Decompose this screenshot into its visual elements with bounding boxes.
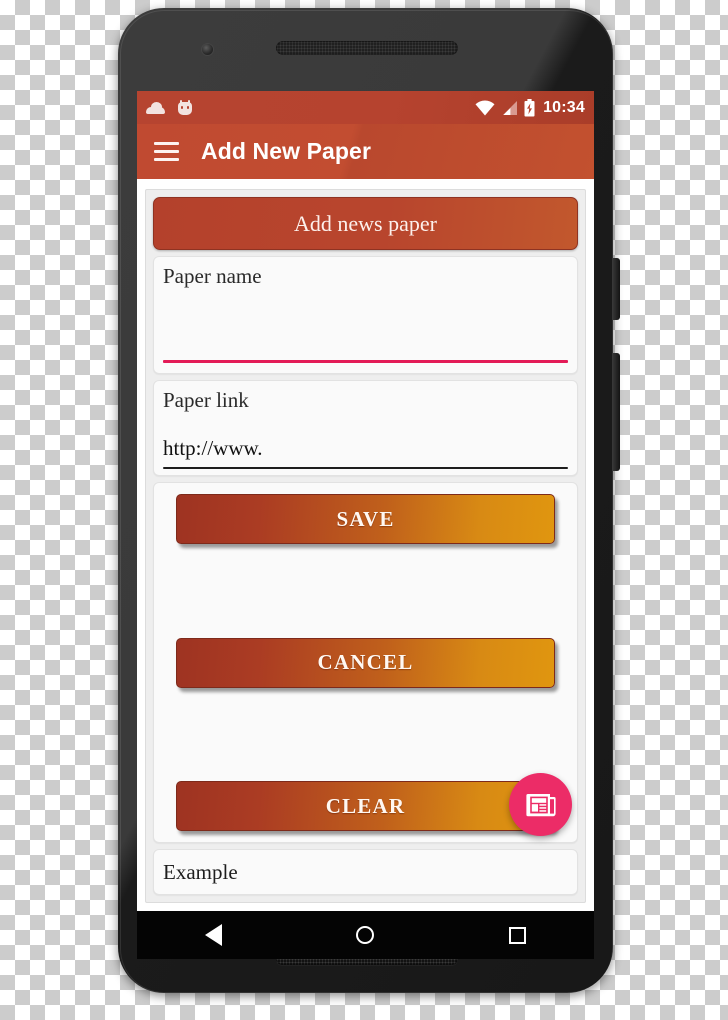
paper-name-label: Paper name	[163, 264, 262, 288]
nav-recents-button[interactable]	[494, 911, 542, 959]
home-circle-icon	[356, 926, 375, 944]
nav-home-button[interactable]	[341, 911, 389, 959]
paper-link-label: Paper link	[163, 388, 249, 412]
phone-screen: 10:34 Add New Paper Add news paper Paper…	[137, 91, 594, 911]
earpiece-speaker-grille-icon	[276, 41, 458, 55]
paper-link-field-panel[interactable]: Paper link http://www.	[153, 380, 578, 476]
power-button[interactable]	[612, 258, 620, 320]
paper-name-underline	[163, 360, 568, 363]
wifi-icon	[475, 99, 495, 115]
cancel-button[interactable]: CANCEL	[176, 637, 555, 688]
content-area: Add news paper Paper name Paper link htt…	[137, 179, 594, 911]
clear-button[interactable]: CLEAR	[176, 781, 555, 831]
paper-link-underline	[163, 467, 568, 469]
add-news-paper-header-button[interactable]: Add news paper	[153, 197, 578, 250]
cyanogenmod-robot-icon	[177, 100, 193, 115]
status-bar-right-icons: 10:34	[475, 98, 585, 117]
status-bar-left-icons	[146, 100, 193, 115]
status-bar: 10:34	[137, 91, 594, 124]
example-label: Example	[163, 859, 238, 884]
newspaper-fab-button[interactable]	[509, 773, 572, 836]
cloud-icon	[146, 101, 165, 114]
volume-rocker-button[interactable]	[612, 353, 620, 471]
example-panel[interactable]: Example	[153, 849, 578, 895]
newspaper-icon	[525, 793, 556, 816]
hamburger-menu-icon[interactable]	[154, 142, 179, 161]
cellular-signal-icon	[503, 100, 518, 115]
save-button[interactable]: SAVE	[176, 494, 555, 544]
recents-square-icon	[509, 926, 527, 944]
paper-name-field-panel[interactable]: Paper name	[153, 256, 578, 374]
nav-back-button[interactable]	[189, 911, 237, 959]
paper-link-input-value[interactable]: http://www.	[163, 436, 263, 461]
camera-dot-icon	[202, 44, 213, 55]
phone-device: 10:34 Add New Paper Add news paper Paper…	[118, 8, 620, 993]
app-bar: Add New Paper	[137, 124, 594, 179]
page-title: Add New Paper	[201, 138, 372, 164]
android-navigation-bar	[137, 911, 594, 959]
battery-charging-icon	[524, 98, 535, 116]
back-triangle-icon	[204, 924, 222, 946]
status-bar-clock: 10:34	[543, 98, 585, 116]
form-container: Add news paper Paper name Paper link htt…	[145, 189, 586, 903]
